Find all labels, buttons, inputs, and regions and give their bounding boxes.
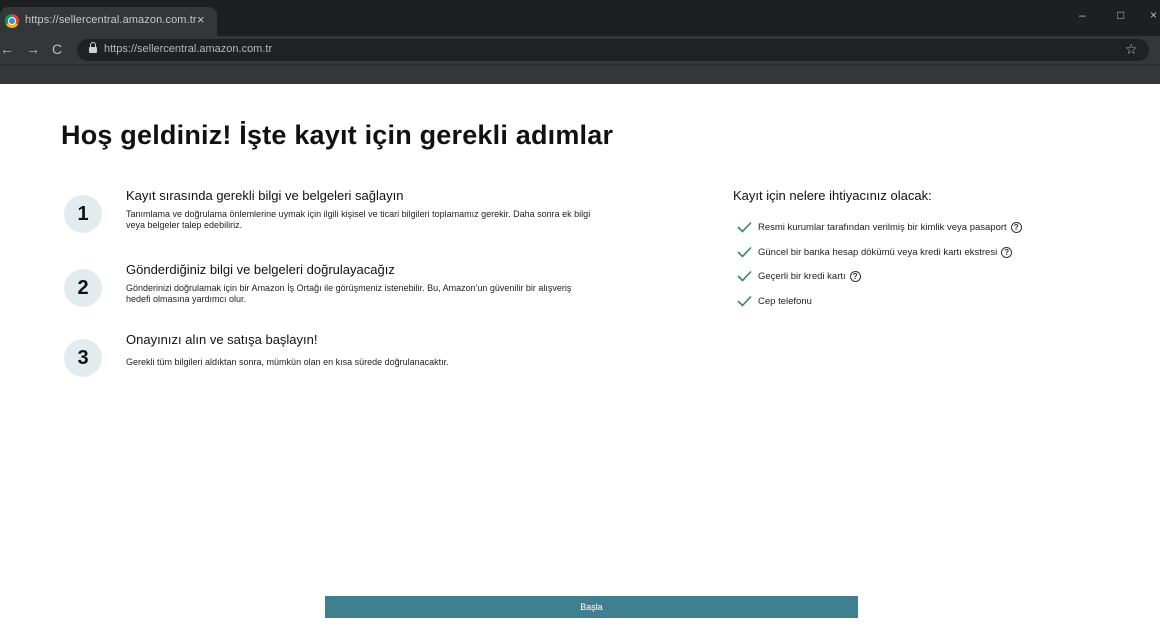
step-title: Kayıt sırasında gerekli bilgi ve belgele… bbox=[126, 188, 404, 203]
requirement-label: Geçerli bir kredi kartı bbox=[758, 270, 846, 282]
bookmark-star-icon[interactable]: ☆ bbox=[1125, 41, 1138, 58]
requirement-bank-statement: Güncel bir banka hesap dökümü veya kredi… bbox=[737, 244, 1013, 260]
forward-icon[interactable]: → bbox=[26, 41, 40, 57]
browser-tab[interactable]: https://sellercentral.amazon.com.tr × bbox=[0, 7, 217, 36]
step-description: Gönderinizi doğrulamak için bir Amazon İ… bbox=[126, 283, 572, 304]
bookmark-bar bbox=[0, 64, 1160, 84]
checkmark-icon bbox=[737, 221, 752, 233]
tab-close-icon[interactable]: × bbox=[197, 12, 205, 27]
requirement-id-passport: Resmi kurumlar tarafından verilmiş bir k… bbox=[737, 219, 1022, 235]
step-title: Onayınızı alın ve satışa başlayın! bbox=[126, 332, 318, 347]
checkmark-icon bbox=[737, 246, 752, 258]
browser-toolbar: ← → C https://sellercentral.amazon.com.t… bbox=[0, 36, 1160, 64]
page-title: Hoş geldiniz! İşte kayıt için gerekli ad… bbox=[61, 120, 614, 150]
back-icon[interactable]: ← bbox=[0, 41, 14, 57]
checkmark-icon bbox=[737, 295, 752, 307]
requirement-credit-card: Geçerli bir kredi kartı ? bbox=[737, 268, 861, 284]
window-close-icon[interactable]: × bbox=[1150, 8, 1157, 22]
browser-chrome: https://sellercentral.amazon.com.tr × – … bbox=[0, 0, 1160, 84]
requirement-mobile-phone: Cep telefonu bbox=[737, 293, 812, 309]
lock-icon bbox=[89, 42, 97, 54]
help-icon[interactable]: ? bbox=[849, 270, 861, 282]
requirement-label: Güncel bir banka hesap dökümü veya kredi… bbox=[758, 246, 998, 258]
maximize-icon[interactable]: □ bbox=[1117, 8, 1124, 22]
tab-bar: https://sellercentral.amazon.com.tr × – … bbox=[0, 0, 1160, 36]
checkmark-icon bbox=[737, 270, 752, 282]
minimize-icon[interactable]: – bbox=[1079, 8, 1086, 22]
help-icon[interactable]: ? bbox=[1001, 246, 1013, 258]
tab-title: https://sellercentral.amazon.com.tr bbox=[25, 14, 197, 26]
step-number: 2 bbox=[64, 269, 102, 307]
requirement-label: Cep telefonu bbox=[758, 295, 812, 307]
step-title: Gönderdiğiniz bilgi ve belgeleri doğrula… bbox=[126, 262, 395, 277]
address-bar[interactable]: https://sellercentral.amazon.com.tr ☆ bbox=[77, 39, 1149, 61]
step-number: 3 bbox=[64, 339, 102, 377]
requirement-label: Resmi kurumlar tarafından verilmiş bir k… bbox=[758, 221, 1007, 233]
help-icon[interactable]: ? bbox=[1010, 221, 1022, 233]
chrome-favicon-icon bbox=[5, 14, 19, 28]
address-bar-url: https://sellercentral.amazon.com.tr bbox=[104, 43, 273, 55]
requirements-title: Kayıt için nelere ihtiyacınız olacak: bbox=[733, 188, 932, 203]
reload-icon[interactable]: C bbox=[52, 41, 62, 57]
step-description: Gerekli tüm bilgileri aldıktan sonra, mü… bbox=[126, 357, 449, 367]
step-number: 1 bbox=[64, 195, 102, 233]
step-description: Tanımlama ve doğrulama önlemlerine uymak… bbox=[126, 209, 591, 230]
start-button[interactable]: Başla bbox=[325, 596, 858, 618]
